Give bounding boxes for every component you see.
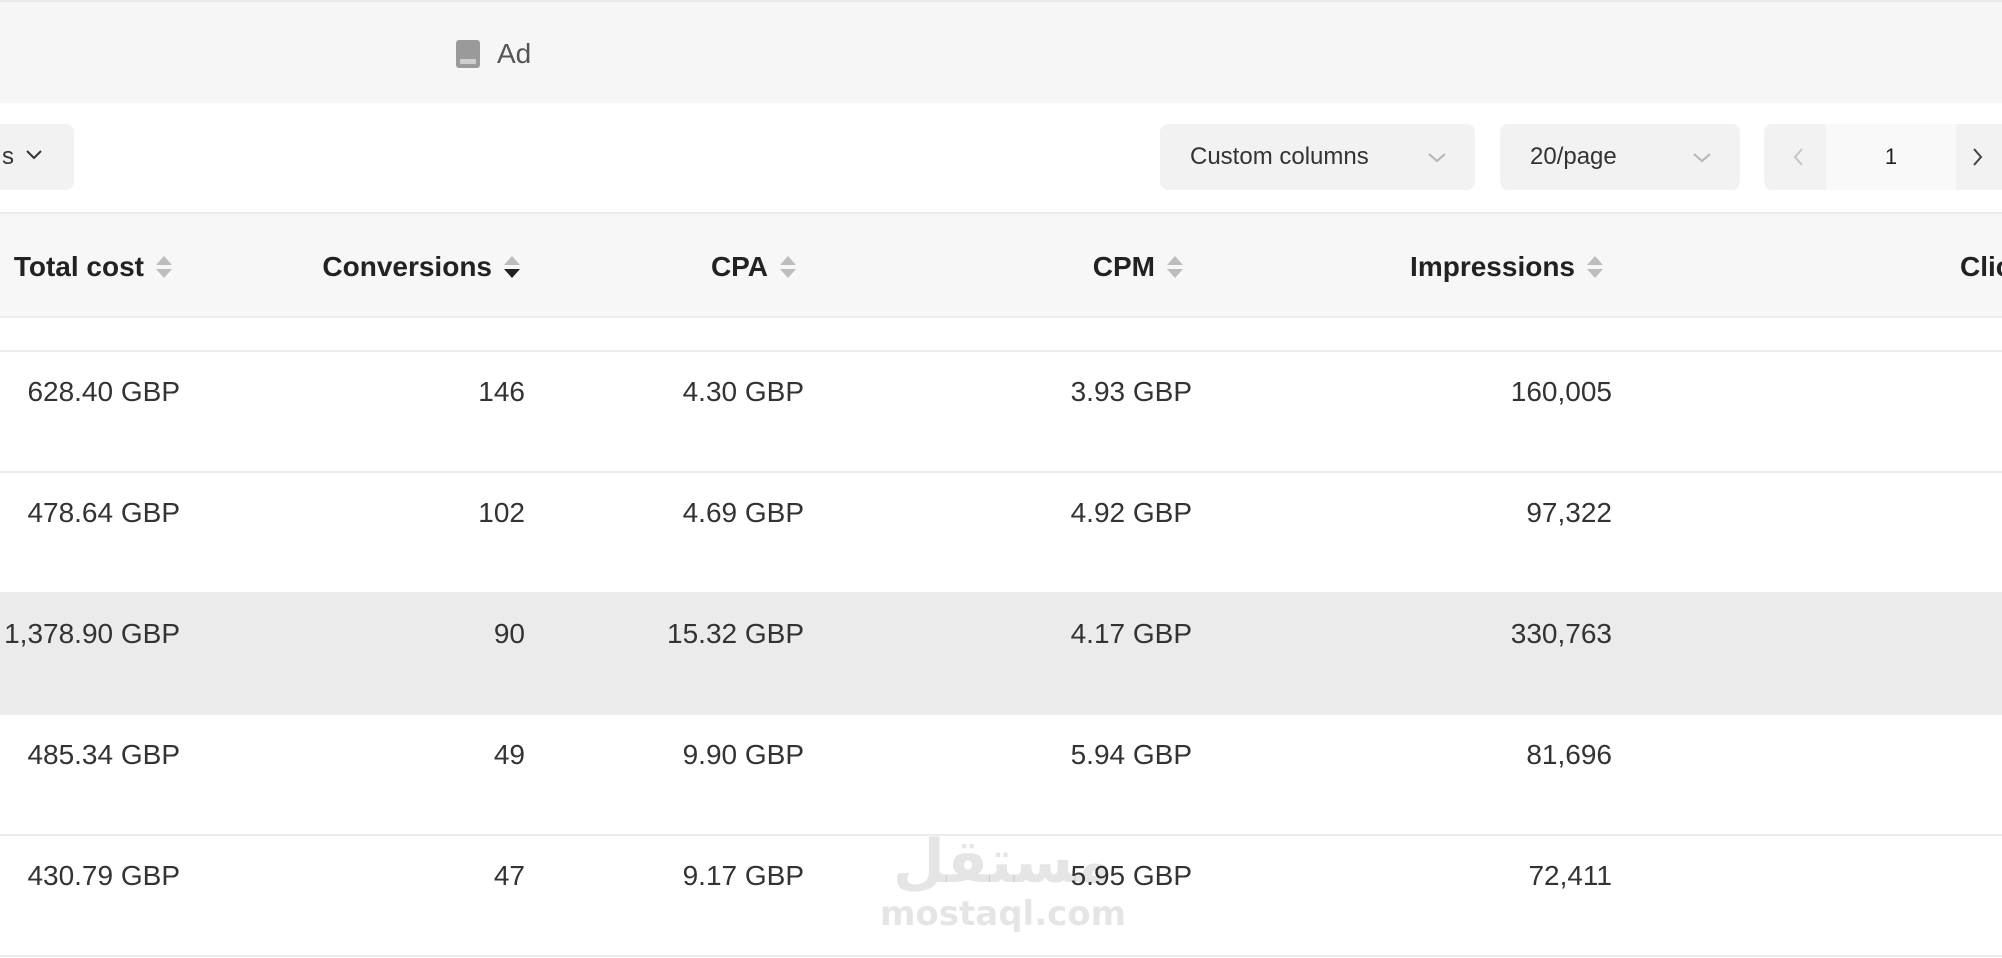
cell-impressions: 330,763 bbox=[1510, 618, 1612, 649]
column-header-label: CPM bbox=[1092, 251, 1155, 282]
cell-cpm: 3.93 GBP bbox=[1070, 376, 1192, 407]
filter-dropdown-label: s bbox=[2, 143, 14, 170]
cell-impressions: 160,005 bbox=[1510, 376, 1612, 407]
cell-cpa: 4.69 GBP bbox=[682, 497, 804, 528]
cell-cpa: 4.30 GBP bbox=[682, 376, 804, 407]
sort-icon bbox=[778, 252, 798, 282]
sort-icon bbox=[1165, 252, 1185, 282]
cell-total-cost: 430.79 GBP bbox=[27, 860, 180, 891]
cell-conversions: 102 bbox=[478, 497, 525, 528]
column-header-total-cost[interactable]: Total cost bbox=[14, 214, 174, 320]
table-row[interactable]: 1,378.90 GBP 90 15.32 GBP 4.17 GBP 330,7… bbox=[0, 594, 2002, 715]
cell-impressions: 81,696 bbox=[1526, 739, 1612, 770]
filter-dropdown[interactable]: s bbox=[0, 124, 74, 190]
cell-total-cost: 628.40 GBP bbox=[27, 376, 180, 407]
cell-total-cost: 478.64 GBP bbox=[27, 497, 180, 528]
pagination: 1 bbox=[1764, 124, 2002, 190]
sort-descending-icon bbox=[502, 252, 522, 282]
cell-cpm: 5.94 GBP bbox=[1070, 739, 1192, 770]
sort-icon bbox=[154, 252, 174, 282]
table-summary-row bbox=[0, 318, 2002, 352]
ads-report-view: Ad s Custom columns 20/page 1 Total cost bbox=[0, 0, 2002, 958]
column-header-cpa[interactable]: CPA bbox=[711, 214, 798, 320]
custom-columns-select[interactable]: Custom columns bbox=[1160, 124, 1475, 190]
cell-conversions: 90 bbox=[493, 618, 525, 649]
column-header-cpm[interactable]: CPM bbox=[1093, 214, 1185, 320]
cell-impressions: 97,322 bbox=[1526, 497, 1612, 528]
table-row[interactable]: 628.40 GBP 146 4.30 GBP 3.93 GBP 160,005 bbox=[0, 352, 2002, 473]
column-header-label: Conversions bbox=[322, 251, 492, 282]
table-row[interactable]: 485.34 GBP 49 9.90 GBP 5.94 GBP 81,696 bbox=[0, 715, 2002, 836]
tab-ad-label: Ad bbox=[497, 38, 532, 69]
cell-total-cost: 485.34 GBP bbox=[27, 739, 180, 770]
cell-impressions: 72,411 bbox=[1528, 860, 1612, 891]
cell-conversions: 49 bbox=[493, 739, 525, 770]
table-header: Total cost Conversions CPA CPM Impressio… bbox=[0, 212, 2002, 318]
cell-conversions: 47 bbox=[493, 860, 525, 891]
cell-cpm: 4.17 GBP bbox=[1070, 618, 1192, 649]
current-page-input[interactable]: 1 bbox=[1826, 124, 1956, 190]
chevron-down-icon bbox=[1427, 146, 1447, 166]
sort-icon bbox=[1585, 252, 1605, 282]
chevron-left-icon[interactable] bbox=[1788, 146, 1810, 168]
column-header-label: Impressions bbox=[1410, 251, 1575, 282]
custom-columns-label: Custom columns bbox=[1190, 143, 1369, 170]
cell-total-cost: 1,378.90 GBP bbox=[4, 618, 180, 649]
page-size-select[interactable]: 20/page bbox=[1500, 124, 1740, 190]
column-header-impressions[interactable]: Impressions bbox=[1410, 214, 1605, 320]
cell-cpa: 9.17 GBP bbox=[682, 860, 804, 891]
tab-ad[interactable]: Ad bbox=[455, 38, 531, 70]
column-header-label: Clic bbox=[1960, 251, 2002, 282]
table-row[interactable]: 430.79 GBP 47 9.17 GBP 5.95 GBP 72,411 bbox=[0, 836, 2002, 957]
cell-cpa: 15.32 GBP bbox=[667, 618, 804, 649]
page-size-label: 20/page bbox=[1530, 143, 1617, 170]
column-header-clicks[interactable]: Clic bbox=[1960, 214, 2002, 320]
table-row[interactable]: 478.64 GBP 102 4.69 GBP 4.92 GBP 97,322 bbox=[0, 473, 2002, 594]
cell-cpa: 9.90 GBP bbox=[682, 739, 804, 770]
column-header-conversions[interactable]: Conversions bbox=[322, 214, 522, 320]
cell-cpm: 4.92 GBP bbox=[1070, 497, 1192, 528]
chevron-down-icon bbox=[1692, 146, 1712, 166]
level-tabs-bar: Ad bbox=[0, 0, 2002, 103]
chevron-down-icon bbox=[24, 143, 44, 171]
cell-cpm: 5.95 GBP bbox=[1070, 860, 1192, 891]
column-header-label: CPA bbox=[710, 251, 768, 282]
document-icon bbox=[455, 39, 481, 69]
cell-conversions: 146 bbox=[478, 376, 525, 407]
chevron-right-icon[interactable] bbox=[1966, 146, 1988, 168]
column-header-label: Total cost bbox=[13, 251, 144, 282]
